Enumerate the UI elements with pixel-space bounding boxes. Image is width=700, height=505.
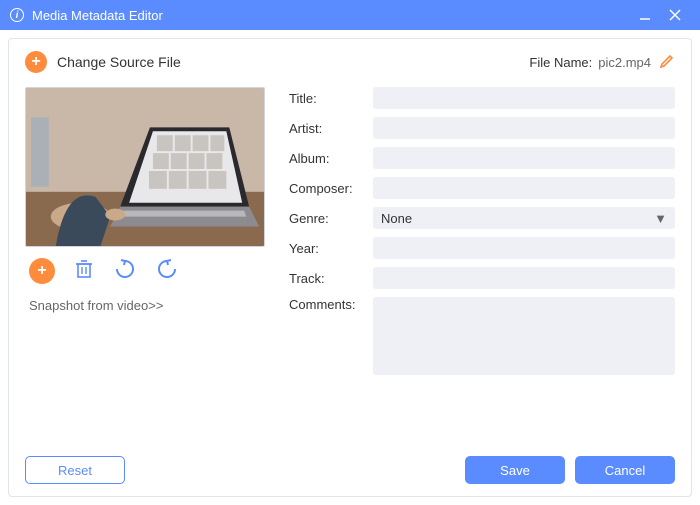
genre-select[interactable]: None ▼	[373, 207, 675, 229]
header-row: + Change Source File File Name: pic2.mp4	[25, 51, 675, 73]
info-icon: i	[10, 8, 24, 22]
file-name-value: pic2.mp4	[598, 55, 651, 70]
change-source-label[interactable]: Change Source File	[57, 54, 181, 70]
rotate-left-icon[interactable]	[113, 257, 137, 284]
composer-input[interactable]	[373, 177, 675, 199]
bottom-bar: Reset Save Cancel	[25, 456, 675, 484]
composer-label: Composer:	[289, 181, 373, 196]
save-button[interactable]: Save	[465, 456, 565, 484]
title-input[interactable]	[373, 87, 675, 109]
album-input[interactable]	[373, 147, 675, 169]
artist-input[interactable]	[373, 117, 675, 139]
genre-label: Genre:	[289, 211, 373, 226]
reset-button[interactable]: Reset	[25, 456, 125, 484]
comments-label: Comments:	[289, 297, 373, 312]
snapshot-link[interactable]: Snapshot from video>>	[25, 298, 265, 313]
year-label: Year:	[289, 241, 373, 256]
comments-input[interactable]	[373, 297, 675, 375]
minimize-button[interactable]	[630, 8, 660, 22]
genre-value: None	[381, 211, 412, 226]
close-button[interactable]	[660, 8, 690, 22]
album-label: Album:	[289, 151, 373, 166]
cancel-button[interactable]: Cancel	[575, 456, 675, 484]
thumbnail-toolbar: +	[25, 257, 265, 284]
main-panel: + Change Source File File Name: pic2.mp4	[8, 38, 692, 497]
add-thumbnail-icon[interactable]: +	[29, 258, 55, 284]
track-input[interactable]	[373, 267, 675, 289]
metadata-form: Title: Artist: Album: Composer: Genre: N…	[289, 87, 675, 383]
edit-filename-icon[interactable]	[659, 53, 675, 72]
title-label: Title:	[289, 91, 373, 106]
track-label: Track:	[289, 271, 373, 286]
chevron-down-icon: ▼	[654, 211, 667, 226]
window-title: Media Metadata Editor	[32, 8, 630, 23]
file-name-label: File Name:	[529, 55, 592, 70]
titlebar: i Media Metadata Editor	[0, 0, 700, 30]
thumbnail-preview	[25, 87, 265, 247]
rotate-right-icon[interactable]	[155, 257, 179, 284]
change-source-plus-icon[interactable]: +	[25, 51, 47, 73]
year-input[interactable]	[373, 237, 675, 259]
delete-thumbnail-icon[interactable]	[73, 258, 95, 283]
artist-label: Artist:	[289, 121, 373, 136]
